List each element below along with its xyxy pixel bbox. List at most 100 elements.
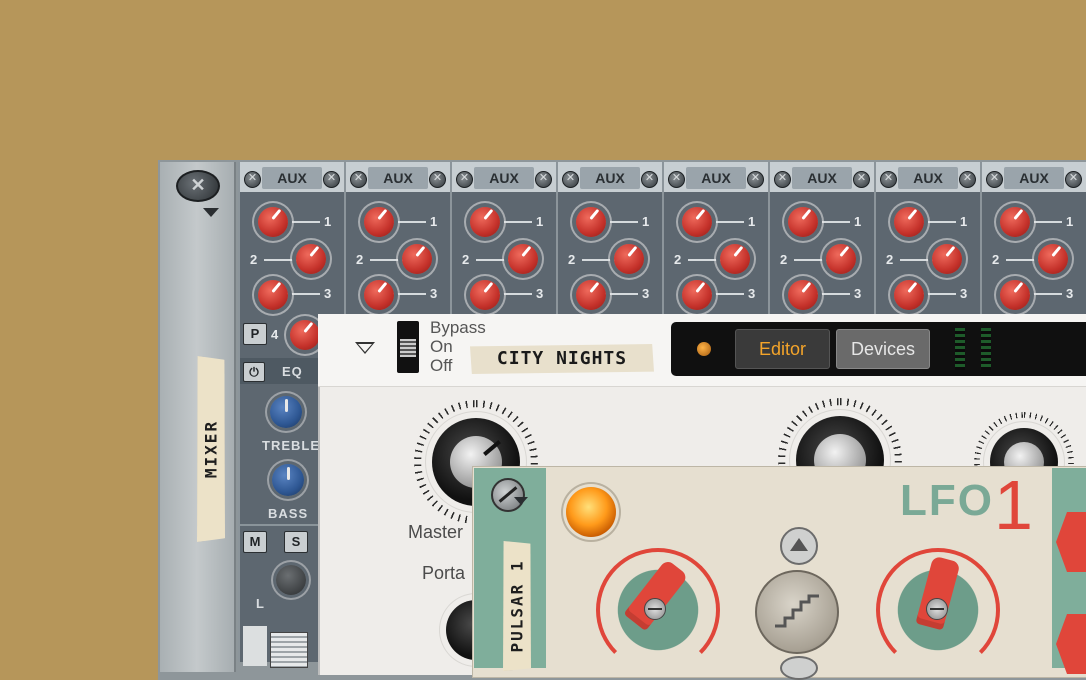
screw-icon: [323, 171, 340, 188]
screw-icon: [774, 171, 791, 188]
screw-icon: [244, 171, 261, 188]
level-fader[interactable]: [270, 632, 308, 668]
solo-button[interactable]: S: [284, 531, 308, 553]
send-number-1: 1: [960, 214, 968, 229]
aux-send-3-knob[interactable]: [682, 280, 712, 310]
send-number-2: 2: [356, 252, 364, 267]
send-tick-line: [392, 293, 426, 295]
waveform-select-button[interactable]: [755, 570, 839, 654]
send-number-3: 3: [748, 286, 756, 301]
aux-send-2-knob[interactable]: [508, 244, 538, 274]
aux-send-2-knob[interactable]: [402, 244, 432, 274]
send-number-2: 2: [992, 252, 1000, 267]
aux-header: AUX: [558, 162, 662, 192]
bass-label: BASS: [268, 506, 309, 521]
send-tick-line: [264, 259, 298, 261]
p-button[interactable]: P: [243, 323, 267, 345]
bypass-label: Bypass: [430, 318, 486, 337]
aux-send-3-knob[interactable]: [364, 280, 394, 310]
aux-send-2-knob[interactable]: [1038, 244, 1068, 274]
aux-send-2-knob[interactable]: [720, 244, 750, 274]
pulsar-name: PULSAR 1: [507, 559, 527, 653]
send-tick-line: [286, 221, 320, 223]
send-tick-line: [688, 259, 722, 261]
lfo-rate-led: [566, 487, 616, 537]
aux-send-2-knob[interactable]: [932, 244, 962, 274]
waveform-stairs-icon: [775, 594, 819, 628]
send-tick-line: [1006, 259, 1040, 261]
aux-send-3-knob[interactable]: [788, 280, 818, 310]
waveform-up-button[interactable]: [780, 527, 818, 565]
send-tick-line: [498, 221, 532, 223]
screw-icon: [535, 171, 552, 188]
aux-send-2-knob[interactable]: [826, 244, 856, 274]
aux-label: AUX: [686, 167, 746, 189]
fold-triangle-inner: [358, 344, 372, 352]
aux-label: AUX: [262, 167, 322, 189]
send-tick-line: [498, 293, 532, 295]
aux-send-3-knob[interactable]: [1000, 280, 1030, 310]
aux-label: AUX: [792, 167, 852, 189]
send-number-2: 2: [250, 252, 258, 267]
chevron-down-icon[interactable]: [514, 497, 528, 505]
patch-name: CITY NIGHTS: [496, 348, 628, 369]
patch-name-tape[interactable]: CITY NIGHTS: [470, 344, 654, 374]
aux-send-3-knob[interactable]: [470, 280, 500, 310]
send-number-3: 3: [642, 286, 650, 301]
send-number-3: 3: [960, 286, 968, 301]
pan-knob[interactable]: [276, 565, 306, 595]
bass-knob[interactable]: [272, 464, 304, 496]
screw-icon: [668, 171, 685, 188]
aux-label: AUX: [474, 167, 534, 189]
bypass-switch[interactable]: [397, 321, 419, 373]
aux-send-1-knob[interactable]: [364, 207, 394, 237]
send-tick-line: [582, 259, 616, 261]
aux-send-1-knob[interactable]: [788, 207, 818, 237]
waveform-down-button[interactable]: [780, 656, 818, 680]
aux-send-3-knob[interactable]: [576, 280, 606, 310]
send-tick-line: [710, 293, 744, 295]
aux-send-1-knob[interactable]: [682, 207, 712, 237]
aux-send-2-knob[interactable]: [614, 244, 644, 274]
send-tick-line: [816, 293, 850, 295]
mute-button[interactable]: M: [243, 531, 267, 553]
lfo-number: 1: [994, 466, 1033, 544]
fader-track: [243, 626, 267, 666]
aux-send-1-knob[interactable]: [470, 207, 500, 237]
aux-send-1-knob[interactable]: [894, 207, 924, 237]
chevron-down-icon[interactable]: [203, 208, 219, 217]
tab-editor[interactable]: Editor: [735, 329, 830, 369]
porta-label: Porta: [422, 563, 466, 583]
send-tick-line: [370, 259, 404, 261]
treble-knob[interactable]: [270, 396, 302, 428]
send-number-3: 3: [324, 286, 332, 301]
screw-icon: [456, 171, 473, 188]
send-tick-line: [922, 221, 956, 223]
aux-header: AUX: [346, 162, 450, 192]
aux-send-1-knob[interactable]: [576, 207, 606, 237]
send-number-3: 3: [1066, 286, 1074, 301]
send-tick-line: [476, 259, 510, 261]
send-number-1: 1: [748, 214, 756, 229]
aux-send-1-knob[interactable]: [1000, 207, 1030, 237]
aux-send-4-knob[interactable]: [290, 320, 320, 350]
tab-devices[interactable]: Devices: [836, 329, 930, 369]
aux-send-3-knob[interactable]: [894, 280, 924, 310]
treble-label: TREBLE: [262, 438, 320, 453]
send-number-1: 1: [536, 214, 544, 229]
aux-header: AUX: [664, 162, 768, 192]
aux-send-3-knob[interactable]: [258, 280, 288, 310]
aux-send-1-knob[interactable]: [258, 207, 288, 237]
screw-icon: [641, 171, 658, 188]
send-number-1: 1: [854, 214, 862, 229]
rack-fold-button[interactable]: ✕: [176, 170, 220, 202]
screw-icon: [562, 171, 579, 188]
send-number-1: 1: [642, 214, 650, 229]
master-label: Master: [408, 522, 464, 542]
send-number-3: 3: [536, 286, 544, 301]
aux-header: AUX: [240, 162, 344, 192]
power-icon[interactable]: ⏻: [243, 362, 265, 382]
pulsar-fold-button[interactable]: [491, 478, 525, 512]
send-tick-line: [604, 221, 638, 223]
aux-send-2-knob[interactable]: [296, 244, 326, 274]
